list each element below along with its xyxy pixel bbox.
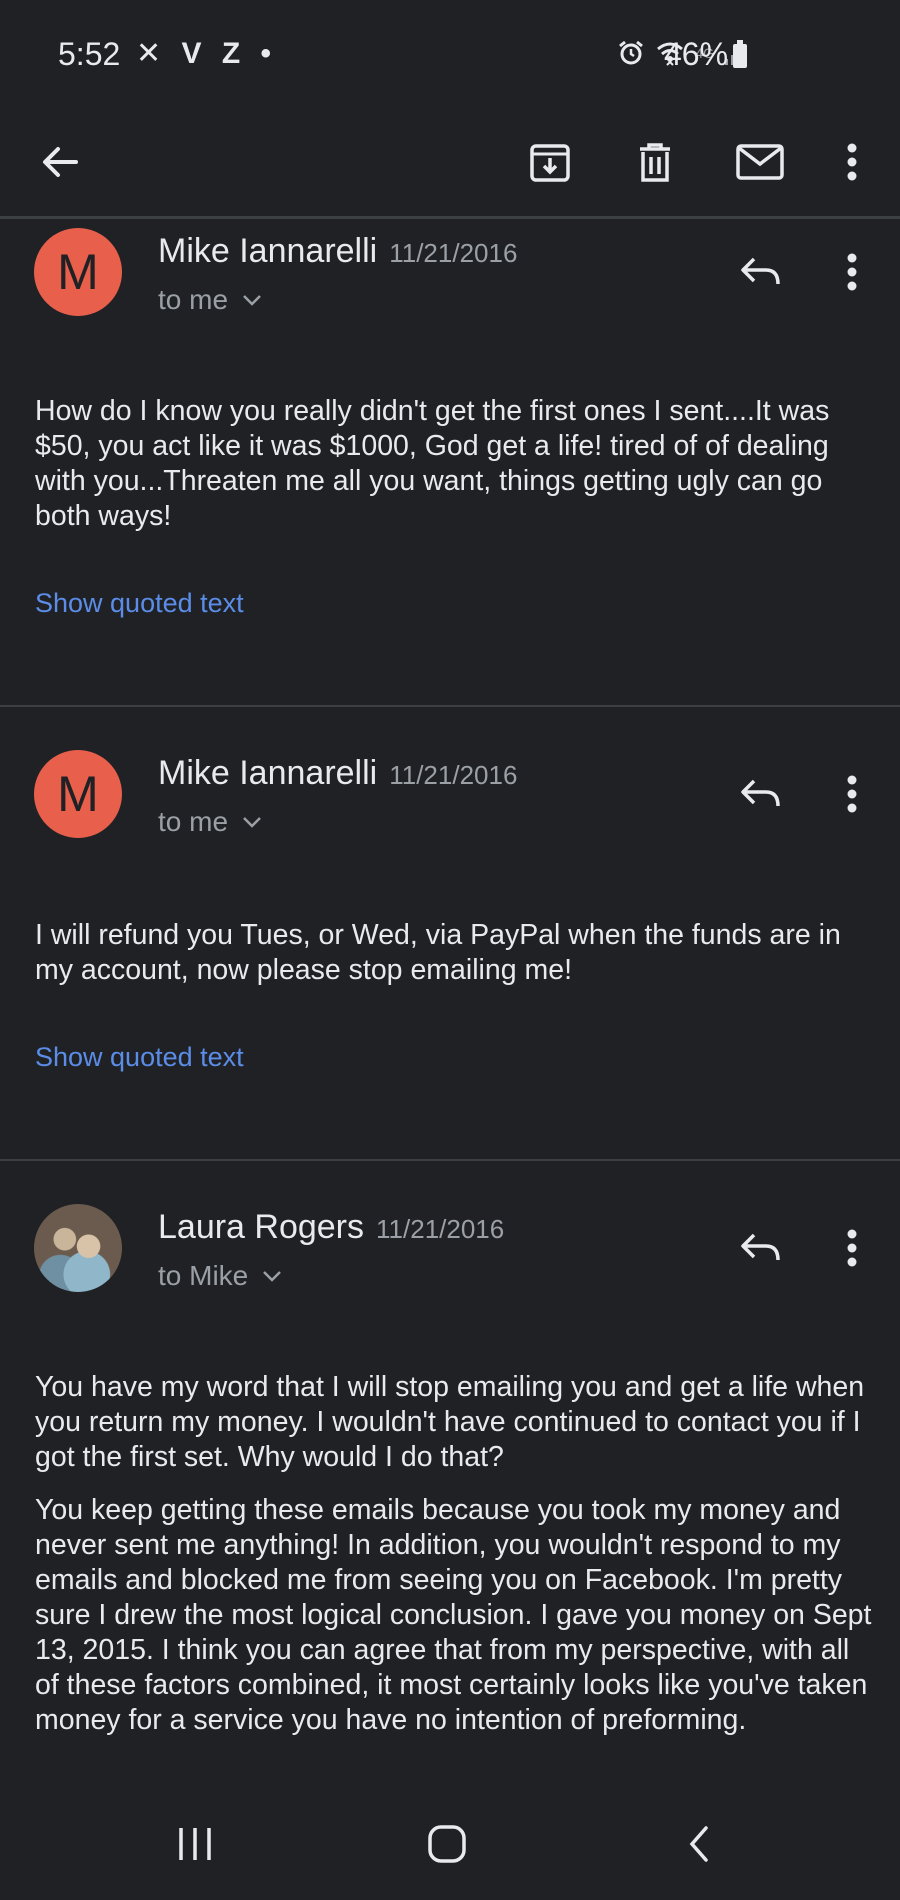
system-back-button[interactable] xyxy=(664,1814,734,1874)
more-vert-icon xyxy=(847,143,857,181)
recent-apps-button[interactable] xyxy=(160,1814,230,1874)
sender-name: Mike Iannarelli xyxy=(158,754,378,792)
email-toolbar xyxy=(0,110,900,219)
message-body: You have my word that I will stop emaili… xyxy=(35,1370,875,1756)
show-quoted-text-link[interactable]: Show quoted text xyxy=(35,588,244,619)
email-message: M Mike Iannarelli 11/21/2016 to me I wil… xyxy=(0,750,900,1072)
reply-button[interactable] xyxy=(732,766,788,822)
avatar[interactable] xyxy=(34,1204,122,1292)
archive-icon xyxy=(530,144,570,182)
message-date: 11/21/2016 xyxy=(389,238,518,268)
email-message: Laura Rogers 11/21/2016 to Mike You have… xyxy=(0,1204,900,1736)
show-quoted-text-link[interactable]: Show quoted text xyxy=(35,1042,244,1073)
more-vert-icon xyxy=(847,1229,857,1267)
recipient-label: to Mike xyxy=(158,1260,249,1291)
battery-icon xyxy=(733,40,747,68)
message-paragraph: You keep getting these emails because yo… xyxy=(35,1494,872,1736)
mail-icon xyxy=(736,144,784,180)
more-vert-icon xyxy=(847,253,857,291)
recent-apps-icon xyxy=(179,1828,211,1860)
mark-unread-button[interactable] xyxy=(730,132,790,192)
more-options-button[interactable] xyxy=(822,132,882,192)
recipient-details[interactable]: to me xyxy=(158,284,262,316)
message-date: 11/21/2016 xyxy=(376,1214,505,1244)
alarm-icon xyxy=(619,40,644,65)
chevron-down-icon xyxy=(243,295,261,306)
message-header[interactable]: M Mike Iannarelli 11/21/2016 to me xyxy=(0,228,900,338)
reply-button[interactable] xyxy=(732,244,788,300)
reply-button[interactable] xyxy=(732,1220,788,1276)
home-button[interactable] xyxy=(412,1814,482,1874)
email-message: M Mike Iannarelli 11/21/2016 to me How d… xyxy=(0,228,900,618)
status-bar: 5:52 ✕ V Z • 4G 46% xyxy=(0,0,900,110)
delete-button[interactable] xyxy=(625,132,685,192)
reply-icon xyxy=(741,779,780,807)
chevron-left-icon xyxy=(689,1826,708,1862)
message-more-button[interactable] xyxy=(824,242,880,302)
reply-icon xyxy=(741,257,780,285)
sender-name: Mike Iannarelli xyxy=(158,232,378,270)
recipient-details[interactable]: to me xyxy=(158,806,262,838)
trash-icon xyxy=(640,143,670,182)
divider xyxy=(0,705,900,707)
archive-button[interactable] xyxy=(520,132,580,192)
message-header[interactable]: M Mike Iannarelli 11/21/2016 to me xyxy=(0,750,900,860)
status-time: 5:52 xyxy=(58,36,121,72)
recipient-label: to me xyxy=(158,284,229,315)
arrow-left-icon xyxy=(43,147,78,177)
home-icon xyxy=(428,1825,466,1863)
message-body: I will refund you Tues, or Wed, via PayP… xyxy=(35,918,875,1006)
chevron-down-icon xyxy=(243,817,261,828)
reply-icon xyxy=(741,1233,780,1261)
avatar[interactable]: M xyxy=(34,750,122,838)
avatar[interactable]: M xyxy=(34,228,122,316)
message-paragraph: I will refund you Tues, or Wed, via PayP… xyxy=(35,919,841,986)
back-button[interactable] xyxy=(30,132,90,192)
recipient-details[interactable]: to Mike xyxy=(158,1260,282,1292)
message-header[interactable]: Laura Rogers 11/21/2016 to Mike xyxy=(0,1204,900,1314)
navigation-bar xyxy=(0,1792,900,1900)
message-date: 11/21/2016 xyxy=(389,760,518,790)
message-body: How do I know you really didn't get the … xyxy=(35,394,875,552)
battery-percent: 46% xyxy=(664,36,729,72)
chevron-down-icon xyxy=(263,1271,282,1282)
notification-icons: ✕ V Z • xyxy=(136,37,277,70)
message-paragraph: How do I know you really didn't get the … xyxy=(35,395,830,532)
more-vert-icon xyxy=(847,775,857,813)
sender-name: Laura Rogers xyxy=(158,1208,365,1246)
message-more-button[interactable] xyxy=(824,764,880,824)
message-paragraph: You have my word that I will stop emaili… xyxy=(35,1371,865,1473)
divider xyxy=(0,1159,900,1161)
message-more-button[interactable] xyxy=(824,1218,880,1278)
recipient-label: to me xyxy=(158,806,229,837)
